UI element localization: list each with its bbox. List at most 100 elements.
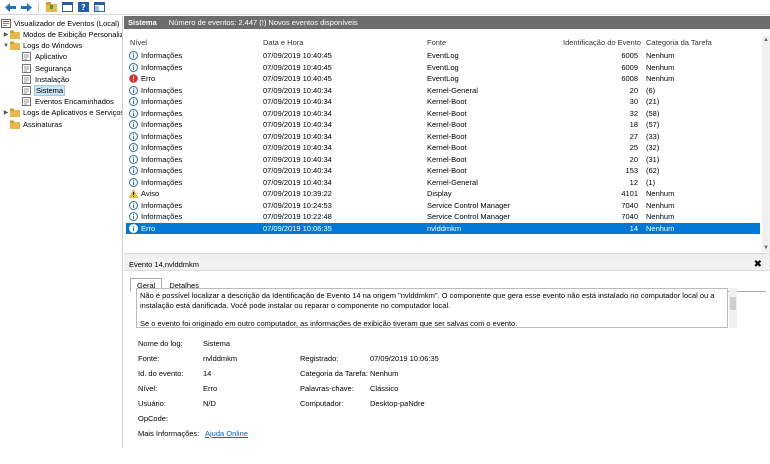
cell-category: (33)	[646, 131, 660, 141]
column-header-level[interactable]: Nível	[130, 38, 147, 47]
online-help-link[interactable]: Ajuda Online	[205, 429, 248, 438]
chevron-down-icon[interactable]: ▼	[2, 43, 10, 49]
event-viewer-icon	[1, 19, 11, 28]
scroll-up-arrow-icon[interactable]: ▲	[762, 36, 770, 44]
cell-level: Informações	[141, 143, 183, 152]
scroll-down-arrow-icon[interactable]: ▼	[762, 244, 770, 252]
source-value: nvlddmkm	[203, 354, 238, 363]
cell-level: Aviso	[141, 189, 160, 198]
table-row[interactable]: Erro 07/09/2019 10:40:45 EventLog 6008 Nenhu…	[126, 73, 760, 85]
column-header-event-id[interactable]: Identificação do Evento	[563, 38, 641, 47]
tree-item-label: Assinaturas	[23, 119, 63, 129]
cell-event-id: 153	[625, 166, 638, 175]
cell-event-id: 20	[629, 85, 638, 95]
tree-item-instalacao[interactable]: Instalação	[14, 74, 69, 85]
cell-event-id: 27	[629, 131, 638, 141]
cell-datetime: 07/09/2019 10:24:53	[263, 200, 332, 210]
table-row[interactable]: Informações 07/09/2019 10:22:48 Service Co…	[126, 211, 760, 223]
log-name-value: Sistema	[203, 339, 231, 348]
description-scroll-thumb[interactable]	[730, 297, 736, 310]
info-icon	[129, 108, 138, 118]
cell-datetime: 07/09/2019 10:40:34	[263, 120, 332, 129]
tree-item-sistema[interactable]: Sistema	[14, 85, 66, 96]
table-row[interactable]: Informações 07/09/2019 10:40:34 Kernel-Boo…	[126, 108, 760, 120]
cell-event-id: 4101	[621, 189, 638, 198]
cell-level: Informações	[141, 200, 183, 210]
table-row[interactable]: Informações 07/09/2019 10:40:34 Kernel-Boo…	[126, 142, 760, 154]
folder-icon[interactable]	[44, 1, 58, 14]
table-row[interactable]: Informações 07/09/2019 10:40:45 EventLog 60…	[126, 62, 760, 74]
forward-arrow-icon[interactable]	[19, 1, 33, 14]
source-label: Fonte:	[138, 354, 160, 363]
tree-item-logs-do-windows[interactable]: ▼ Logs do Windows	[2, 40, 82, 51]
cell-level: Informações	[141, 154, 183, 164]
help-icon[interactable]: ?	[76, 1, 90, 14]
tree-item-eventos-encaminhados[interactable]: Eventos Encaminhados	[14, 96, 114, 107]
opcode-label: OpCode:	[138, 414, 169, 423]
cell-level: Informações	[141, 166, 183, 175]
cell-datetime: 07/09/2019 10:40:34	[263, 143, 332, 152]
cell-datetime: 07/09/2019 10:39:22	[263, 189, 332, 198]
user-label: Usuário:	[138, 399, 166, 408]
folder-icon	[10, 120, 20, 129]
tree-item-modos-de-exibicao-personalizados[interactable]: ▶ Modos de Exibição Personalizados	[2, 29, 122, 40]
cell-source: Kernel-Boot	[427, 120, 467, 129]
table-row[interactable]: Informações 07/09/2019 10:40:34 Kernel-Gen…	[126, 85, 760, 97]
error-icon	[129, 223, 138, 233]
panel-icon-2[interactable]	[92, 1, 106, 14]
chevron-right-icon[interactable]: ▶	[2, 31, 10, 38]
column-header-source[interactable]: Fonte	[427, 38, 446, 47]
cell-event-id: 12	[629, 177, 638, 187]
event-description[interactable]: Não é possível localizar a descrição da …	[136, 288, 728, 328]
info-icon	[129, 131, 138, 141]
cell-level: Informações	[141, 62, 183, 72]
table-row[interactable]: Informações 07/09/2019 10:24:53 Service Co…	[126, 200, 760, 212]
back-arrow-icon[interactable]	[3, 1, 17, 14]
cell-category: Nenhum	[646, 212, 675, 221]
navigation-tree: Visualizador de Eventos (Local) ▶ Modos d…	[0, 16, 123, 448]
cell-event-id: 6009	[621, 62, 638, 72]
table-row[interactable]: Informações 07/09/2019 10:40:34 Kernel-Boo…	[126, 165, 760, 177]
table-row[interactable]: Erro 07/09/2019 10:06:35 nvlddmkm 14 Nenhum	[126, 222, 760, 234]
table-row[interactable]: Informações 07/09/2019 10:40:45 EventLog 60…	[126, 50, 760, 62]
table-row[interactable]: Informações 07/09/2019 10:40:34 Kernel-Boo…	[126, 131, 760, 143]
event-id-label: Id. do evento:	[138, 369, 184, 378]
info-icon	[129, 62, 138, 72]
table-row[interactable]: Aviso 07/09/2019 10:39:22 Display 4101 Nenhu…	[126, 188, 760, 200]
close-icon[interactable]: ✖	[754, 259, 762, 271]
tree-item-aplicativo[interactable]: Aplicativo	[14, 51, 67, 62]
column-header-datetime[interactable]: Data e Hora	[263, 38, 303, 47]
warning-icon	[128, 188, 139, 198]
cell-event-id: 7040	[621, 200, 638, 210]
description-paragraph-2: Se o evento foi originado em outro compu…	[140, 319, 518, 328]
table-row[interactable]: Informações 07/09/2019 10:40:34 Kernel-Boo…	[126, 119, 760, 131]
tree-item-root[interactable]: Visualizador de Eventos (Local)	[1, 18, 119, 29]
table-row[interactable]: Informações 07/09/2019 10:40:34 Kernel-Boo…	[126, 96, 760, 108]
log-name-label: Nome do log:	[138, 339, 183, 348]
table-row[interactable]: Informações 07/09/2019 10:40:34 Kernel-Boo…	[126, 154, 760, 166]
cell-event-id: 30	[629, 97, 638, 106]
panel-icon[interactable]	[60, 1, 74, 14]
keywords-label: Palavras-chave:	[300, 384, 354, 393]
event-list-scrollbar[interactable]: ▲ ▼	[762, 36, 770, 252]
table-row[interactable]: Informações 07/09/2019 10:40:34 Kernel-Gen…	[126, 177, 760, 189]
info-icon	[129, 177, 138, 187]
description-scrollbar[interactable]	[729, 288, 737, 328]
computer-label: Computador:	[300, 399, 344, 408]
tree-item-assinaturas[interactable]: Assinaturas	[2, 119, 62, 130]
cell-category: Nenhum	[646, 74, 675, 83]
tree-item-label: Segurança	[35, 63, 72, 73]
chevron-right-icon[interactable]: ▶	[2, 109, 10, 116]
cell-source: EventLog	[427, 51, 459, 60]
cell-source: Kernel-General	[427, 177, 478, 187]
event-properties: Nome do log: Sistema Fonte: nvlddmkm Reg…	[136, 334, 736, 459]
more-info-label: Mais Informações:	[138, 429, 200, 438]
info-icon	[129, 166, 138, 175]
log-icon	[22, 74, 32, 84]
tree-item-seguranca[interactable]: Segurança	[14, 63, 71, 74]
cell-datetime: 07/09/2019 10:40:34	[263, 131, 332, 141]
cell-level: Informações	[141, 51, 183, 60]
info-icon	[129, 97, 138, 106]
column-header-category[interactable]: Categoria da Tarefa	[646, 38, 712, 47]
tree-item-logs-de-aplicativos-e-servicos[interactable]: ▶ Logs de Aplicativos e Serviços	[2, 107, 122, 118]
